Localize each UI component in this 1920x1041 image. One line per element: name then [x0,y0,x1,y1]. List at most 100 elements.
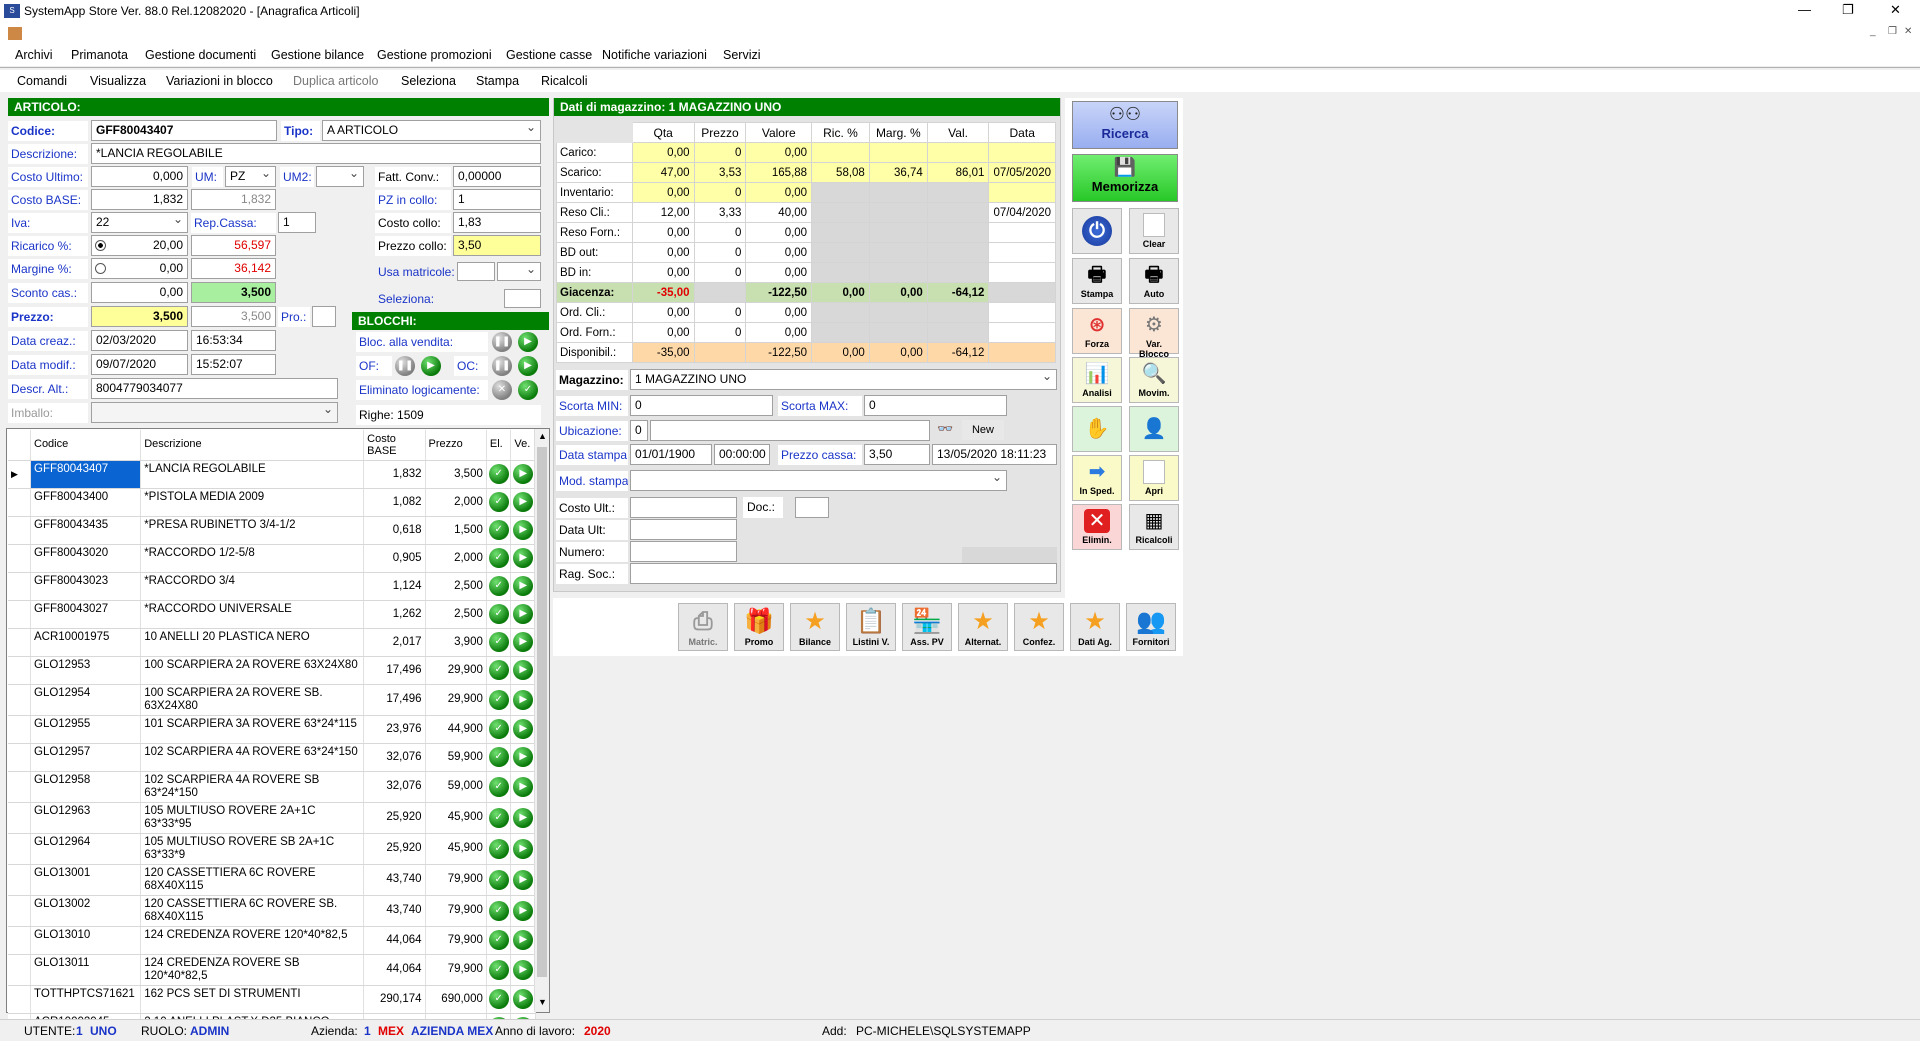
costo-collo-field[interactable]: 1,83 [453,212,541,233]
scroll-up-icon[interactable]: ▲ [538,431,547,441]
scroll-thumb[interactable] [537,447,547,977]
ass-pv-button[interactable]: 🏪 Ass. PV [902,603,952,651]
menu-servizi[interactable]: Servizi [723,44,761,66]
bloc-vendita-pause-icon[interactable]: ❚❚ [492,332,512,352]
row-ve-icon[interactable]: ▶ [513,520,534,540]
usa-matricole-select[interactable] [497,262,541,281]
ubicazione-code-field[interactable]: 0 [630,420,648,441]
table-row[interactable]: GFF80043020 *RACCORDO 1/2-5/8 0,905 2,000 ✓ ▶ [8,544,536,573]
usa-matricole-field[interactable] [457,262,495,281]
data-creaz-field[interactable]: 02/03/2020 [91,330,188,351]
descrizione-field[interactable]: *LANCIA REGOLABILE [91,143,541,164]
imballo-select[interactable] [91,402,338,423]
pro-field[interactable] [312,306,336,327]
submenu-seleziona[interactable]: Seleziona [401,70,456,92]
table-row[interactable]: GLO12954 100 SCARPIERA 2A ROVERE SB. 63X2… [8,684,536,716]
memorizza-button[interactable]: 💾 Memorizza [1072,154,1178,202]
table-row[interactable]: TOTTHPTCS71621 162 PCS SET DI STRUMENTI 29… [8,985,536,1014]
row-el-icon[interactable]: ✓ [488,689,509,710]
bilance-button[interactable]: ★ Bilance [790,603,840,651]
costo-ult-field[interactable] [630,497,737,518]
submenu-visualizza[interactable]: Visualizza [90,70,146,92]
submenu-variazioni-blocco[interactable]: Variazioni in blocco [166,70,273,92]
mdi-restore-icon[interactable]: ❐ [1888,26,1897,37]
table-row[interactable]: GFF80043027 *RACCORDO UNIVERSALE 1,262 2,50… [8,600,536,629]
row-ve-icon[interactable]: ▶ [513,776,534,797]
rep-cassa-field[interactable]: 1 [278,212,316,233]
row-ve-icon[interactable]: ▶ [513,548,534,568]
row-ve-icon[interactable]: ▶ [513,660,534,680]
grid-header-codice[interactable]: Codice [30,430,142,461]
menu-gestione-documenti[interactable]: Gestione documenti [145,44,256,66]
table-row[interactable]: GLO12964 105 MULTIUSO ROVERE SB 2A+1C 63*… [8,833,536,865]
matric-button[interactable]: ⎙ Matric. [678,603,728,651]
alternat-button[interactable]: ★ Alternat. [958,603,1008,651]
eliminato-ok-icon[interactable]: ✓ [518,380,538,400]
row-ve-icon[interactable]: ▶ [513,807,534,828]
ora-creaz-field[interactable]: 16:53:34 [191,330,276,351]
table-row[interactable]: GFF80043400 *PISTOLA MEDIA 2009 1,082 2,000… [8,488,536,517]
grid-header-costo-base[interactable]: Costo BASE [363,430,426,461]
margine-radio[interactable] [95,263,106,274]
restore-button[interactable]: ❐ [1842,2,1854,18]
row-ve-icon[interactable]: ▶ [513,989,534,1009]
oc-play-icon[interactable]: ▶ [518,356,538,376]
new-button[interactable]: New [962,420,1004,440]
table-row[interactable]: GLO13002 120 CASSETTIERA 6C ROVERE SB. 68… [8,895,536,927]
prezzo-field[interactable]: 3,500 [91,306,188,327]
ricarico-field[interactable]: 20,00 [91,235,188,256]
close-button[interactable]: ✕ [1890,2,1901,18]
seleziona-field[interactable] [504,289,541,308]
numero-field[interactable] [630,541,737,562]
bloc-vendita-play-icon[interactable]: ▶ [518,332,538,352]
in-sped-button[interactable]: ➡ In Sped. [1072,455,1122,501]
ora-stampa-field[interactable]: 00:00:00 [714,444,770,465]
apri-button[interactable]: Apri [1129,455,1179,501]
stampa-button[interactable]: 🖶 Stampa [1072,258,1122,304]
ricarico-radio[interactable] [95,240,106,251]
movim-button[interactable]: 🔍 Movim. [1129,357,1179,403]
minimize-button[interactable]: — [1798,2,1811,17]
submenu-duplica-articolo[interactable]: Duplica articolo [293,70,378,92]
tipo-select[interactable]: A ARTICOLO [322,120,541,141]
table-row[interactable]: ACR10001975 10 ANELLI 20 PLASTICA NERO 2,0… [8,628,536,657]
table-row[interactable]: GLO12958 102 SCARPIERA 4A ROVERE SB 63*24… [8,771,536,803]
desc-alt-field[interactable]: 8004779034077 [91,378,338,399]
row-el-icon[interactable]: ✓ [488,869,509,890]
ora-modif-field[interactable]: 15:52:07 [191,354,276,375]
menu-gestione-promozioni[interactable]: Gestione promozioni [377,44,492,66]
confez-button[interactable]: ★ Confez. [1014,603,1064,651]
row-el-icon[interactable]: ✓ [488,776,509,797]
row-el-icon[interactable]: ✓ [488,838,509,859]
prezzo-cassa-field[interactable]: 3,50 [864,444,930,465]
grid-header-descrizione[interactable]: Descrizione [140,430,365,461]
costo-ultimo-field[interactable]: 0,000 [91,166,188,187]
fatt-conv-field[interactable]: 0,00000 [453,166,541,187]
grid-header-prezzo[interactable]: Prezzo [425,430,487,461]
ricalcoli-button[interactable]: ▦ Ricalcoli [1129,504,1179,550]
table-row[interactable]: GLO13010 124 CREDENZA ROVERE 120*40*82,5 4… [8,926,536,955]
table-row[interactable]: GLO12963 105 MULTIUSO ROVERE 2A+1C 63*33*… [8,802,536,834]
menu-primanota[interactable]: Primanota [71,44,128,66]
um-select[interactable]: PZ [225,166,276,187]
menu-gestione-bilance[interactable]: Gestione bilance [271,44,364,66]
row-el-icon[interactable]: ✓ [488,989,509,1009]
row-el-icon[interactable]: ✓ [488,900,509,921]
submenu-stampa[interactable]: Stampa [476,70,519,92]
table-row[interactable]: GFF80043023 *RACCORDO 3/4 1,124 2,500 ✓ ▶ [8,572,536,601]
row-el-icon[interactable]: ✓ [488,660,509,680]
submenu-comandi[interactable]: Comandi [17,70,67,92]
row-ve-icon[interactable]: ▶ [513,632,534,652]
row-ve-icon[interactable]: ▶ [513,959,534,980]
menu-notifiche-variazioni[interactable]: Notifiche variazioni [602,44,707,66]
row-ve-icon[interactable]: ▶ [513,689,534,710]
data-ult-field[interactable] [630,519,737,540]
grid-scrollbar[interactable]: ▲ ▼ [534,429,549,1012]
iva-select[interactable]: 22 [91,212,188,233]
row-el-icon[interactable]: ✓ [488,464,509,484]
row-el-icon[interactable]: ✓ [488,930,509,950]
margine-field[interactable]: 0,00 [91,258,188,279]
forza-button[interactable]: ⊛ Forza [1072,308,1122,354]
row-ve-icon[interactable]: ▶ [513,719,534,739]
menu-gestione-casse[interactable]: Gestione casse [506,44,592,66]
